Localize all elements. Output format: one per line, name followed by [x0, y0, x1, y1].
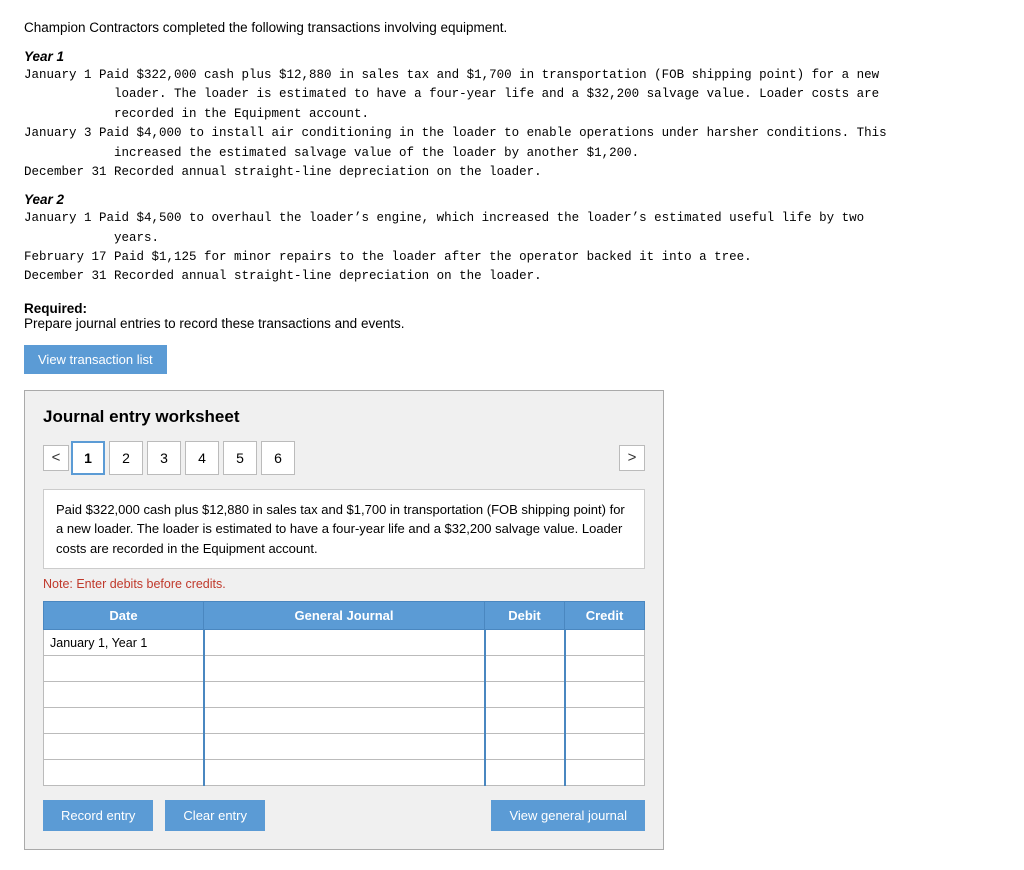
col-date-header: Date	[44, 602, 204, 630]
table-row	[44, 708, 645, 734]
tab-5[interactable]: 5	[223, 441, 257, 475]
clear-entry-button[interactable]: Clear entry	[165, 800, 265, 831]
row3-debit-cell[interactable]	[485, 682, 565, 708]
note-text: Note: Enter debits before credits.	[43, 577, 645, 591]
row2-journal-input[interactable]	[205, 656, 484, 681]
table-row: January 1, Year 1	[44, 630, 645, 656]
worksheet-title: Journal entry worksheet	[43, 407, 645, 427]
table-row	[44, 760, 645, 786]
view-general-journal-button[interactable]: View general journal	[491, 800, 645, 831]
col-debit-header: Debit	[485, 602, 565, 630]
col-journal-header: General Journal	[204, 602, 485, 630]
row5-credit-cell[interactable]	[565, 734, 645, 760]
row2-journal-cell[interactable]	[204, 656, 485, 682]
row5-debit-cell[interactable]	[485, 734, 565, 760]
row6-date	[44, 760, 204, 786]
row3-journal-input[interactable]	[205, 682, 484, 707]
intro-text: Champion Contractors completed the follo…	[24, 20, 1000, 35]
tab-prev-arrow[interactable]: <	[43, 445, 69, 471]
col-credit-header: Credit	[565, 602, 645, 630]
tab-6[interactable]: 6	[261, 441, 295, 475]
required-label: Required:	[24, 301, 87, 316]
row2-debit-input[interactable]	[486, 656, 564, 681]
tab-next-arrow[interactable]: >	[619, 445, 645, 471]
row4-date	[44, 708, 204, 734]
row3-journal-cell[interactable]	[204, 682, 485, 708]
row6-credit-cell[interactable]	[565, 760, 645, 786]
year2-jan1-date: January 1	[24, 211, 92, 225]
row6-debit-cell[interactable]	[485, 760, 565, 786]
row3-credit-cell[interactable]	[565, 682, 645, 708]
row4-debit-cell[interactable]	[485, 708, 565, 734]
row4-credit-cell[interactable]	[565, 708, 645, 734]
year2-dec31-date: December 31	[24, 269, 107, 283]
row4-journal-cell[interactable]	[204, 708, 485, 734]
row5-journal-input[interactable]	[205, 734, 484, 759]
table-row	[44, 734, 645, 760]
row4-debit-input[interactable]	[486, 708, 564, 733]
required-text: Prepare journal entries to record these …	[24, 316, 404, 331]
row1-credit-input[interactable]	[566, 630, 645, 655]
row1-credit-cell[interactable]	[565, 630, 645, 656]
row5-credit-input[interactable]	[566, 734, 645, 759]
row2-credit-cell[interactable]	[565, 656, 645, 682]
view-transaction-button[interactable]: View transaction list	[24, 345, 167, 374]
worksheet-container: Journal entry worksheet < 1 2 3 4 5 6 > …	[24, 390, 664, 851]
row5-debit-input[interactable]	[486, 734, 564, 759]
year1-jan1-date: January 1	[24, 68, 92, 82]
journal-table: Date General Journal Debit Credit Januar…	[43, 601, 645, 786]
tab-4[interactable]: 4	[185, 441, 219, 475]
table-row	[44, 656, 645, 682]
row5-journal-cell[interactable]	[204, 734, 485, 760]
row3-credit-input[interactable]	[566, 682, 645, 707]
year1-transactions: January 1 Paid $322,000 cash plus $12,88…	[24, 66, 1000, 182]
required-section: Required: Prepare journal entries to rec…	[24, 301, 1000, 331]
row6-credit-input[interactable]	[566, 760, 645, 785]
row6-journal-input[interactable]	[205, 760, 484, 785]
row2-date	[44, 656, 204, 682]
bottom-buttons: Record entry Clear entry View general jo…	[43, 800, 645, 831]
row2-debit-cell[interactable]	[485, 656, 565, 682]
tab-1[interactable]: 1	[71, 441, 105, 475]
year2-transactions: January 1 Paid $4,500 to overhaul the lo…	[24, 209, 1000, 287]
row1-debit-input[interactable]	[486, 630, 564, 655]
row5-date	[44, 734, 204, 760]
row4-journal-input[interactable]	[205, 708, 484, 733]
year1-header: Year 1	[24, 49, 1000, 64]
tab-2[interactable]: 2	[109, 441, 143, 475]
transaction-description: Paid $322,000 cash plus $12,880 in sales…	[43, 489, 645, 570]
record-entry-button[interactable]: Record entry	[43, 800, 153, 831]
year2-header: Year 2	[24, 192, 1000, 207]
row1-debit-cell[interactable]	[485, 630, 565, 656]
row4-credit-input[interactable]	[566, 708, 645, 733]
year1-dec31-date: December 31	[24, 165, 107, 179]
row1-journal-cell[interactable]	[204, 630, 485, 656]
tab-3[interactable]: 3	[147, 441, 181, 475]
year1-jan3-date: January 3	[24, 126, 92, 140]
table-row	[44, 682, 645, 708]
row2-credit-input[interactable]	[566, 656, 645, 681]
row1-journal-input[interactable]	[205, 630, 484, 655]
year2-feb17-date: February 17	[24, 250, 107, 264]
row1-date: January 1, Year 1	[44, 630, 204, 656]
tabs-navigation: < 1 2 3 4 5 6 >	[43, 441, 645, 475]
row3-date	[44, 682, 204, 708]
row6-journal-cell[interactable]	[204, 760, 485, 786]
row3-debit-input[interactable]	[486, 682, 564, 707]
row6-debit-input[interactable]	[486, 760, 564, 785]
